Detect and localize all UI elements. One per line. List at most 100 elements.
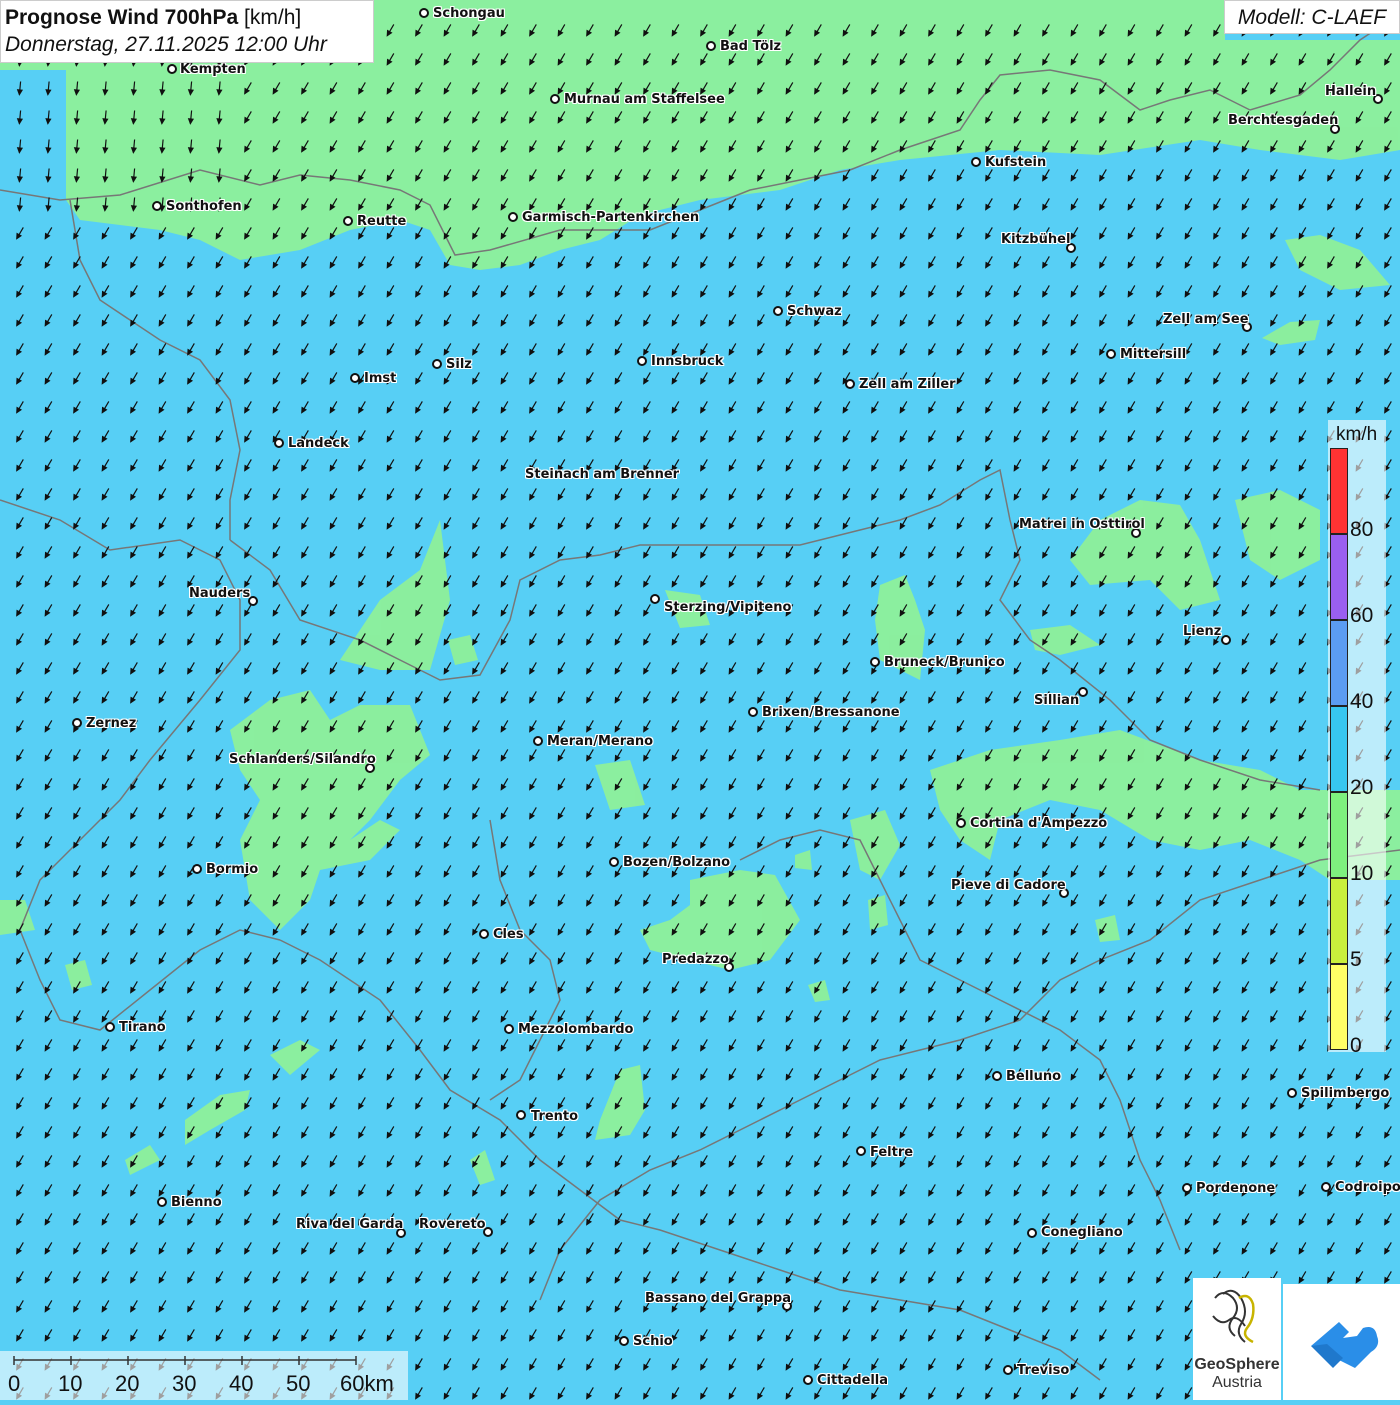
city-marker (192, 864, 202, 874)
scale-bar-label: 10 (58, 1371, 83, 1396)
legend-label: 40 (1350, 690, 1374, 713)
city-marker (971, 157, 981, 167)
city-marker (157, 1197, 167, 1207)
city-label: Treviso (1017, 1363, 1070, 1378)
title-box: Prognose Wind 700hPa [km/h] Donnerstag, … (0, 0, 374, 63)
geosphere-logo[interactable]: GeoSphere Austria (1193, 1278, 1281, 1400)
city-label: Steinach am Brenner (525, 467, 680, 482)
logo-text-geosphere: GeoSphere (1194, 1356, 1280, 1373)
legend-swatch (1330, 878, 1348, 964)
city-marker (1106, 349, 1116, 359)
city-label: Mezzolombardo (518, 1022, 634, 1037)
city-label: Brixen/Bressanone (762, 705, 900, 720)
city-marker (1221, 635, 1231, 645)
city-label: Bad Tölz (720, 39, 782, 54)
legend-swatch (1330, 620, 1348, 706)
city-label: Zell am See (1163, 312, 1249, 327)
city-marker (748, 707, 758, 717)
city-marker (1321, 1182, 1331, 1192)
city-marker (1287, 1088, 1297, 1098)
scale-bar-line (13, 1356, 357, 1365)
city-label: Cortina d'Ampezzo (970, 816, 1108, 831)
city-marker (1027, 1228, 1037, 1238)
city-marker (432, 359, 442, 369)
city-label: Silz (446, 357, 472, 372)
city-marker (343, 216, 353, 226)
city-marker (856, 1146, 866, 1156)
city-label: Zell am Ziller (859, 377, 956, 392)
scale-bar-label: 60km (340, 1371, 394, 1396)
logo-text-austria: Austria (1212, 1374, 1262, 1391)
city-marker (508, 212, 518, 222)
city-marker (650, 594, 660, 604)
city-marker (350, 373, 360, 383)
city-label: Predazzo (662, 952, 729, 967)
city-marker (803, 1375, 813, 1385)
city-marker (550, 94, 560, 104)
city-label: Belluno (1006, 1069, 1062, 1084)
city-marker (274, 438, 284, 448)
forecast-datetime: Donnerstag, 27.11.2025 12:00 Uhr (5, 33, 327, 56)
city-marker (419, 8, 429, 18)
city-label: Sonthofen (166, 199, 242, 214)
model-label: Modell: C-LAEF (1224, 0, 1400, 34)
legend-swatch (1330, 448, 1348, 534)
city-marker (516, 1110, 526, 1120)
city-marker (845, 379, 855, 389)
city-marker (773, 306, 783, 316)
city-label: Garmisch-Partenkirchen (522, 210, 700, 225)
city-marker (479, 929, 489, 939)
city-label: Berchtesgaden (1228, 113, 1339, 128)
page-title: Prognose Wind 700hPa [km/h] (5, 4, 369, 31)
app-logo[interactable] (1283, 1284, 1400, 1400)
city-label: Bormio (206, 862, 259, 877)
legend-swatch (1330, 964, 1348, 1050)
city-label: Spilimbergo (1301, 1086, 1390, 1101)
city-label: Schlanders/Silandro (229, 752, 376, 767)
scale-bar-label: 30 (172, 1371, 197, 1396)
city-label: Bassano del Grappa (645, 1291, 791, 1306)
scale-bar: 0 10 20 30 40 50 60km (0, 1351, 408, 1400)
city-label: Sterzing/Vipiteno (664, 600, 792, 615)
city-label: Pieve di Cadore (951, 878, 1066, 893)
city-marker (533, 736, 543, 746)
city-label: Bienno (171, 1195, 222, 1210)
city-label: Bozen/Bolzano (623, 855, 731, 870)
city-marker (637, 356, 647, 366)
legend-label: 60 (1350, 604, 1374, 627)
city-label: Feltre (870, 1145, 914, 1160)
city-label: Schwaz (787, 304, 842, 319)
city-label: Tirano (119, 1020, 166, 1035)
scale-bar-label: 50 (286, 1371, 311, 1396)
city-label: Murnau am Staffelsee (564, 92, 725, 107)
city-marker (167, 64, 177, 74)
city-label: Mittersill (1120, 347, 1187, 362)
city-marker (72, 718, 82, 728)
geosphere-logo-icon (1212, 1289, 1255, 1344)
legend-unit: km/h (1336, 424, 1378, 445)
city-marker (152, 201, 162, 211)
city-label: Kufstein (985, 155, 1047, 170)
city-marker (992, 1071, 1002, 1081)
legend-label: 80 (1350, 518, 1374, 541)
city-marker (706, 41, 716, 51)
city-marker (609, 857, 619, 867)
city-label: Cles (493, 927, 524, 942)
city-marker (956, 818, 966, 828)
legend-label: 5 (1350, 948, 1362, 971)
city-label: Sillian (1034, 693, 1080, 708)
legend-swatch (1330, 792, 1348, 878)
city-label: Nauders (189, 586, 251, 601)
title-unit: [km/h] (244, 6, 302, 29)
city-label: Bruneck/Brunico (884, 655, 1005, 670)
city-label: Rovereto (419, 1217, 486, 1232)
city-label: Landeck (288, 436, 349, 451)
city-marker (870, 657, 880, 667)
cloud-arrow-icon (1311, 1322, 1379, 1368)
scale-bar-label: 20 (115, 1371, 140, 1396)
city-label: Lienz (1183, 624, 1222, 639)
city-label: Kempten (180, 62, 246, 77)
city-label: Trento (531, 1109, 579, 1124)
legend-swatch (1330, 534, 1348, 620)
city-label: Schio (633, 1334, 673, 1349)
